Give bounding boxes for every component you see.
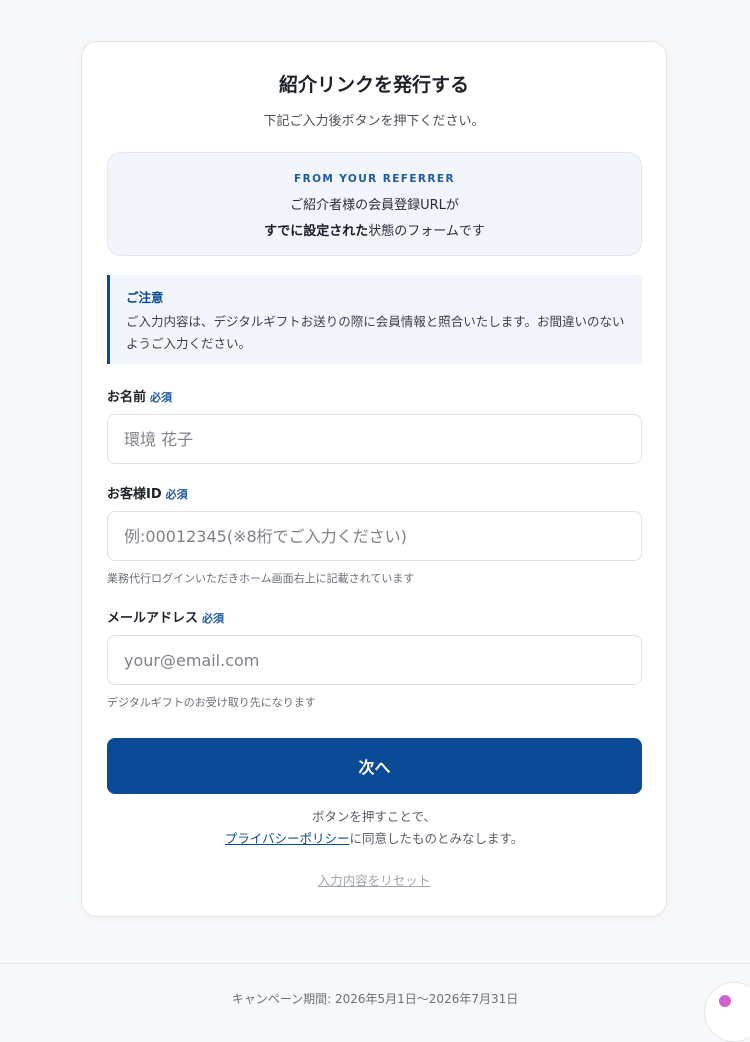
consent-line-2: プライバシーポリシーに同意したものとみなします。 bbox=[82, 828, 666, 850]
next-button[interactable]: 次へ bbox=[107, 738, 642, 794]
consent-line-1: ボタンを押すことで、 bbox=[311, 809, 437, 824]
name-input[interactable] bbox=[107, 414, 642, 464]
footer-divider bbox=[0, 963, 750, 964]
customer-id-label: お客様ID 必須 bbox=[107, 483, 188, 502]
name-required-badge: 必須 bbox=[150, 391, 173, 404]
name-label: お名前 必須 bbox=[107, 386, 172, 405]
referrer-line-2-bold: すでに設定された bbox=[264, 224, 369, 239]
customer-id-label-text: お客様ID bbox=[107, 487, 162, 502]
consent-text: ボタンを押すことで、 プライバシーポリシーに同意したものとみなします。 bbox=[82, 806, 666, 850]
widget-icon bbox=[719, 995, 731, 1007]
floating-widget-button[interactable] bbox=[704, 982, 750, 1042]
customer-id-input[interactable] bbox=[107, 511, 642, 561]
form-card: 紹介リンクを発行する 下記ご入力後ボタンを押下ください。 FROM YOUR R… bbox=[81, 41, 667, 917]
customer-id-required-badge: 必須 bbox=[165, 488, 188, 501]
notice-title: ご注意 bbox=[126, 290, 164, 305]
campaign-period: キャンペーン期間: 2026年5月1日〜2026年7月31日 bbox=[231, 992, 519, 1006]
page-title: 紹介リンクを発行する bbox=[278, 74, 469, 96]
customer-id-hint: 業務代行ログインいただきホーム画面右上に記載されています bbox=[107, 572, 415, 585]
page-subtitle: 下記ご入力後ボタンを押下ください。 bbox=[263, 114, 485, 129]
referrer-eyebrow: FROM YOUR REFERRER bbox=[294, 173, 455, 185]
email-input[interactable] bbox=[107, 635, 642, 685]
referrer-line-2-rest: 状態のフォームです bbox=[368, 224, 485, 239]
consent-line-2-rest: に同意したものとみなします。 bbox=[349, 831, 524, 846]
notice-body: ご入力内容は、デジタルギフトお送りの際に会員情報と照合いたします。お間違いのない… bbox=[126, 314, 625, 351]
email-required-badge: 必須 bbox=[202, 612, 225, 625]
referrer-info-box: FROM YOUR REFERRER ご紹介者様の会員登録URLが すでに設定さ… bbox=[107, 152, 642, 256]
email-label: メールアドレス 必須 bbox=[107, 607, 224, 626]
referrer-line-2: すでに設定された状態のフォームです bbox=[108, 220, 641, 239]
email-hint: デジタルギフトのお受け取り先になります bbox=[107, 696, 316, 709]
referrer-line-1: ご紹介者様の会員登録URLが bbox=[290, 198, 459, 213]
notice-box: ご注意 ご入力内容は、デジタルギフトお送りの際に会員情報と照合いたします。お間違… bbox=[107, 275, 642, 364]
privacy-policy-link[interactable]: プライバシーポリシー bbox=[225, 831, 350, 846]
name-label-text: お名前 bbox=[107, 390, 147, 405]
reset-link[interactable]: 入力内容をリセット bbox=[82, 870, 666, 889]
email-label-text: メールアドレス bbox=[107, 611, 199, 626]
